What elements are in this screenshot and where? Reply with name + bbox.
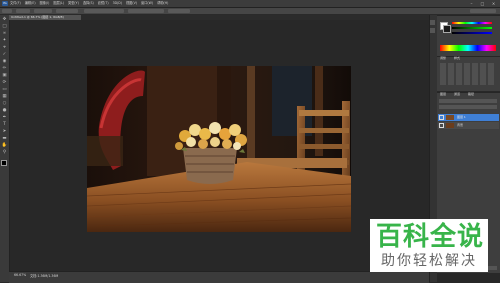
distribute-buttons[interactable] bbox=[128, 9, 164, 13]
clone-stamp-tool-icon[interactable]: ▣ bbox=[1, 73, 8, 79]
layer-row-background[interactable]: 背景 bbox=[438, 122, 499, 129]
menu-type[interactable]: 类型(Y) bbox=[68, 0, 79, 7]
document-tab[interactable]: Untitled-1 @ 66.7% (图层 1, RGB/8) bbox=[9, 15, 81, 20]
watermark-title: 百科全说 bbox=[376, 222, 485, 252]
tab-layers[interactable]: 图层 bbox=[438, 92, 446, 97]
hand-tool-icon[interactable]: ✋ bbox=[1, 143, 8, 149]
3d-mode-buttons[interactable] bbox=[168, 9, 190, 13]
brush-tool-icon[interactable]: ✏ bbox=[1, 66, 8, 72]
document-info: 文档:1.36M/1.36M bbox=[30, 274, 59, 278]
red-slider[interactable] bbox=[452, 22, 492, 24]
menu-3d[interactable]: 3D(D) bbox=[113, 0, 122, 7]
tool-preset-picker[interactable] bbox=[2, 9, 12, 13]
tab-styles[interactable]: 样式 bbox=[452, 56, 460, 61]
photo-image bbox=[87, 66, 351, 232]
blue-slider[interactable] bbox=[452, 32, 492, 34]
menu-window[interactable]: 窗口(W) bbox=[141, 0, 153, 7]
eye-icon[interactable] bbox=[439, 114, 444, 120]
foreground-color-swatch[interactable] bbox=[1, 160, 7, 166]
layer-row-active[interactable]: 图层 1 bbox=[438, 114, 499, 121]
menu-view[interactable]: 视图(V) bbox=[126, 0, 137, 7]
menu-file[interactable]: 文件(F) bbox=[10, 0, 21, 7]
lasso-tool-icon[interactable]: ∞ bbox=[1, 31, 8, 37]
watermark-subtitle: 助你轻松解决 bbox=[381, 253, 477, 269]
tab-paths[interactable]: 路径 bbox=[466, 92, 474, 97]
layer-name: 图层 1 bbox=[456, 115, 466, 119]
transform-controls-checkbox[interactable] bbox=[56, 9, 78, 13]
tab-channels[interactable]: 通道 bbox=[452, 92, 460, 97]
menu-list: 文件(F) 编辑(E) 图像(I) 图层(L) 类型(Y) 选择(S) 滤镜(T… bbox=[10, 0, 168, 7]
healing-brush-tool-icon[interactable]: ◉ bbox=[1, 59, 8, 65]
gradient-tool-icon[interactable]: ▦ bbox=[1, 94, 8, 100]
workspace-switcher[interactable] bbox=[470, 9, 496, 13]
color-spectrum-ramp[interactable] bbox=[440, 45, 496, 51]
menu-filter[interactable]: 滤镜(T) bbox=[98, 0, 109, 7]
shape-tool-icon[interactable]: ▬ bbox=[1, 136, 8, 142]
zoom-level[interactable]: 66.67% bbox=[14, 273, 26, 277]
crop-tool-icon[interactable]: ⌖ bbox=[1, 45, 8, 51]
eyedropper-tool-icon[interactable]: ✓ bbox=[1, 52, 8, 58]
menu-layer[interactable]: 图层(L) bbox=[53, 0, 64, 7]
window-controls: – □ × bbox=[469, 0, 496, 7]
history-brush-tool-icon[interactable]: ⟳ bbox=[1, 80, 8, 86]
auto-select-checkbox[interactable] bbox=[16, 9, 30, 13]
blend-mode-select[interactable] bbox=[439, 105, 497, 109]
type-tool-icon[interactable]: T bbox=[1, 122, 8, 128]
quick-select-tool-icon[interactable]: ✦ bbox=[1, 38, 8, 44]
eraser-tool-icon[interactable]: ▭ bbox=[1, 87, 8, 93]
status-bar bbox=[9, 271, 429, 283]
pen-tool-icon[interactable]: ✒ bbox=[1, 115, 8, 121]
properties-icon[interactable] bbox=[430, 28, 435, 33]
eye-icon[interactable] bbox=[439, 122, 444, 128]
layer-thumbnail bbox=[445, 122, 454, 128]
history-icon[interactable] bbox=[430, 20, 435, 25]
dodge-tool-icon[interactable]: ● bbox=[1, 108, 8, 114]
auto-select-dropdown[interactable] bbox=[34, 9, 52, 13]
layer-thumbnail bbox=[445, 114, 454, 120]
zoom-tool-icon[interactable]: ⚲ bbox=[1, 150, 8, 156]
marquee-tool-icon[interactable]: □ bbox=[1, 24, 8, 30]
layer-filter-bar[interactable] bbox=[439, 99, 497, 103]
menu-help[interactable]: 帮助(H) bbox=[157, 0, 168, 7]
maximize-icon[interactable]: □ bbox=[480, 1, 485, 6]
menu-edit[interactable]: 编辑(E) bbox=[25, 0, 36, 7]
minimize-icon[interactable]: – bbox=[469, 1, 474, 6]
panel-background-swatch[interactable] bbox=[443, 25, 451, 33]
layer-name: 背景 bbox=[456, 123, 463, 127]
document-canvas-photo[interactable] bbox=[87, 66, 351, 232]
tab-adjustments[interactable]: 调整 bbox=[438, 56, 446, 61]
menu-image[interactable]: 图像(I) bbox=[40, 0, 50, 7]
green-slider[interactable] bbox=[452, 27, 492, 29]
close-icon[interactable]: × bbox=[491, 1, 496, 6]
menu-select[interactable]: 选择(S) bbox=[83, 0, 94, 7]
adjustment-icon-grid[interactable] bbox=[440, 63, 496, 85]
blur-tool-icon[interactable]: ○ bbox=[1, 101, 8, 107]
app-logo: Ps bbox=[2, 1, 8, 6]
align-buttons[interactable] bbox=[84, 9, 124, 13]
move-tool-icon[interactable]: ✥ bbox=[1, 17, 8, 23]
path-select-tool-icon[interactable]: ➤ bbox=[1, 129, 8, 135]
